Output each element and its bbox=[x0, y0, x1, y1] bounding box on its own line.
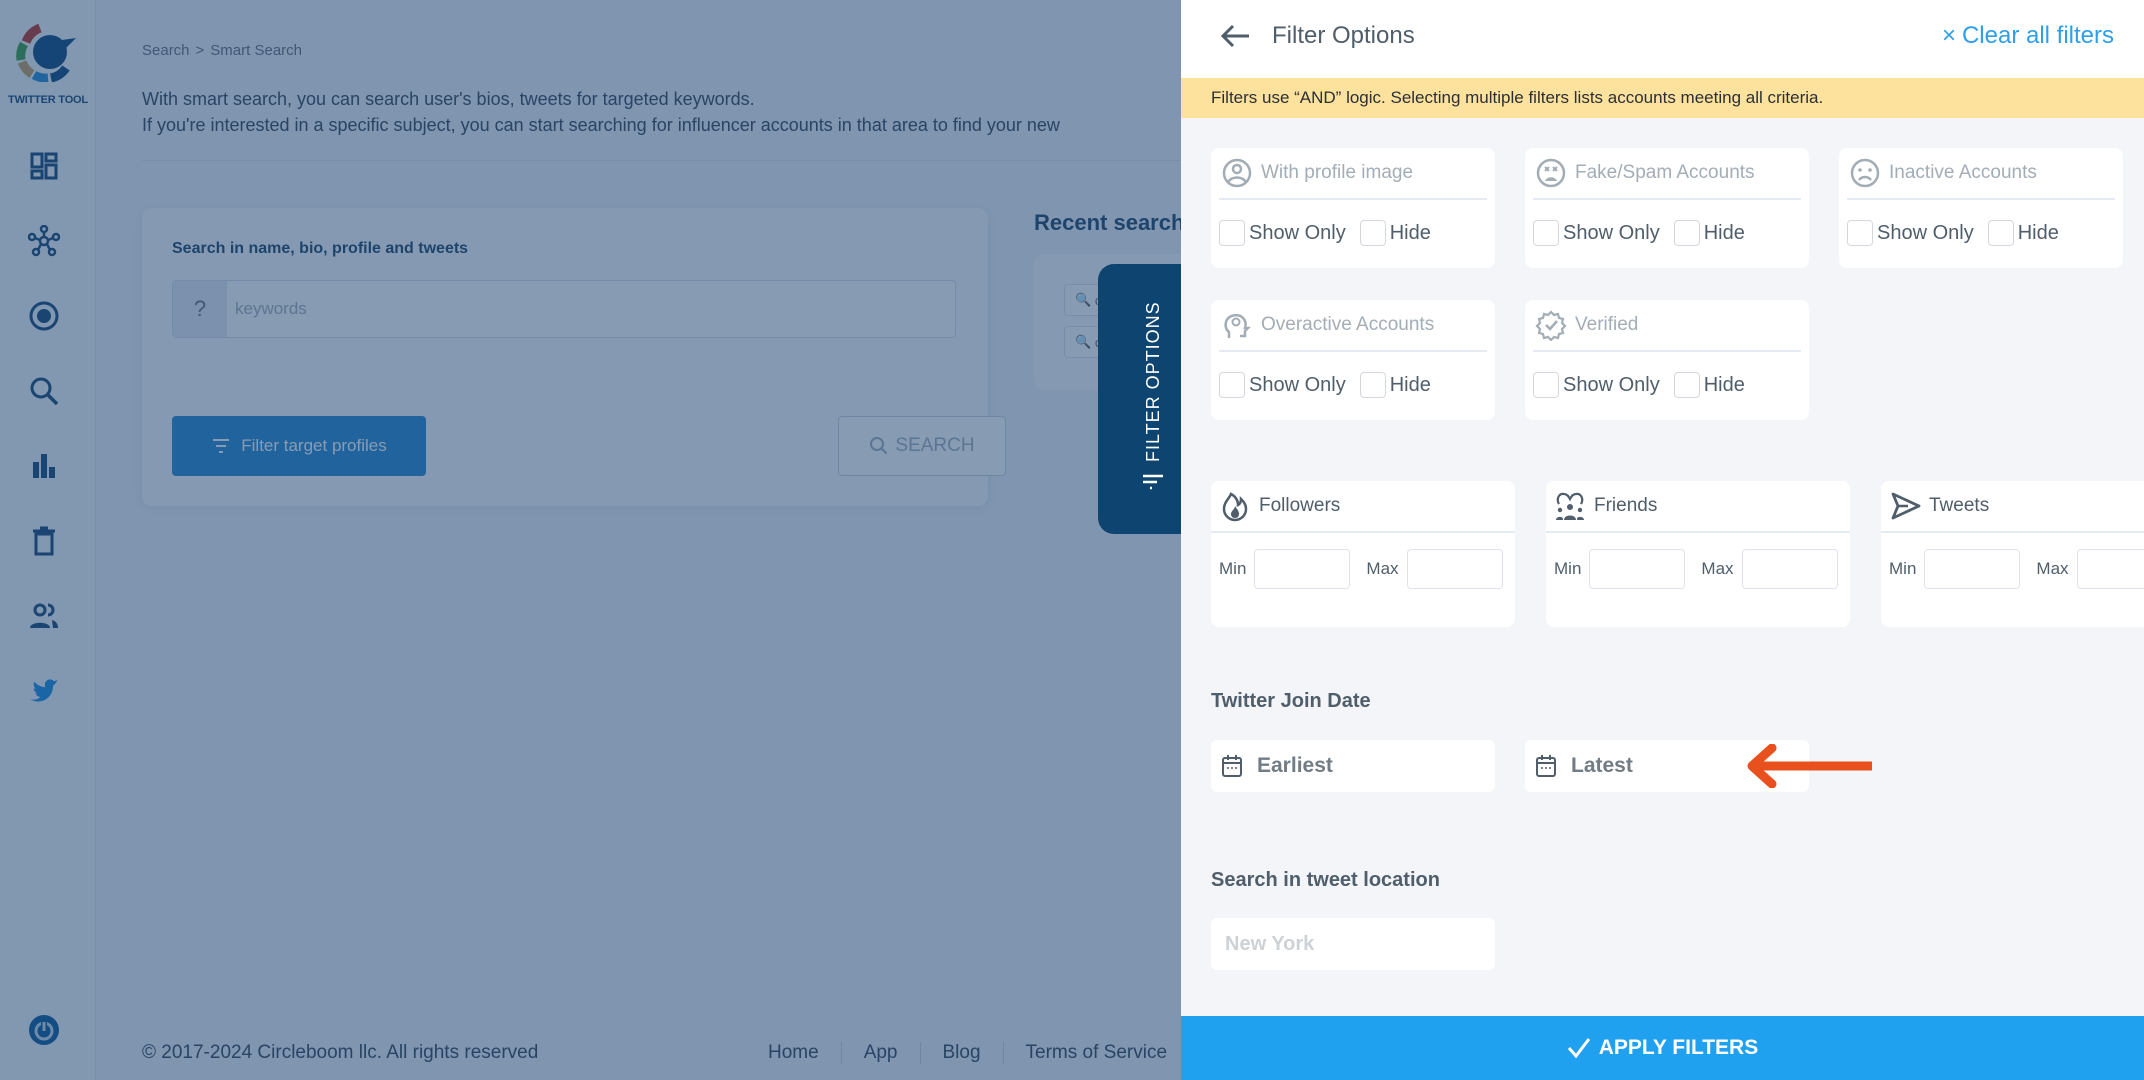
hide-checkbox[interactable]: Hide bbox=[1987, 220, 2059, 246]
show-only-checkbox[interactable]: Show Only bbox=[1533, 220, 1660, 246]
filter-options-panel: Filter Options × Clear all filters Filte… bbox=[1181, 0, 2144, 1080]
filter-card-overactive: Overactive Accounts Show Only Hide bbox=[1211, 300, 1495, 420]
back-arrow-icon[interactable] bbox=[1219, 22, 1251, 50]
earliest-date-label: Earliest bbox=[1257, 754, 1333, 777]
range-label: Friends bbox=[1594, 495, 1658, 516]
show-only-checkbox[interactable]: Show Only bbox=[1219, 220, 1346, 246]
clear-all-filters-link[interactable]: × Clear all filters bbox=[1942, 22, 2114, 50]
min-label: Min bbox=[1219, 559, 1247, 578]
filter-label: Verified bbox=[1575, 314, 1639, 335]
and-logic-notice: Filters use “AND” logic. Selecting multi… bbox=[1181, 78, 2144, 118]
dizzy-face-icon bbox=[1536, 158, 1566, 188]
profile-image-icon bbox=[1222, 158, 1252, 188]
annotation-arrow-icon bbox=[1747, 744, 1872, 788]
max-label: Max bbox=[1366, 559, 1399, 578]
close-icon: × bbox=[1941, 22, 1956, 49]
calendar-icon bbox=[1222, 755, 1242, 777]
hide-checkbox[interactable]: Hide bbox=[1359, 220, 1431, 246]
apply-filters-button[interactable]: APPLY FILTERS bbox=[1181, 1016, 2144, 1080]
hide-checkbox[interactable]: Hide bbox=[1673, 220, 1745, 246]
followers-max-input[interactable] bbox=[1406, 549, 1503, 589]
hide-checkbox[interactable]: Hide bbox=[1673, 372, 1745, 398]
range-card-followers: Followers Min Max bbox=[1211, 481, 1515, 627]
checkmark-icon bbox=[1567, 1038, 1590, 1059]
range-card-tweets: Tweets Min Max bbox=[1881, 481, 2144, 627]
filter-label: Overactive Accounts bbox=[1261, 314, 1435, 335]
max-label: Max bbox=[2036, 559, 2069, 578]
panel-header: Filter Options × Clear all filters bbox=[1181, 0, 2144, 78]
filter-lines-icon bbox=[1143, 474, 1163, 490]
sad-face-icon bbox=[1850, 158, 1880, 188]
filter-card-inactive: Inactive Accounts Show Only Hide bbox=[1839, 148, 2123, 268]
range-label: Followers bbox=[1259, 495, 1341, 516]
filter-card-profile-image: With profile image Show Only Hide bbox=[1211, 148, 1495, 268]
location-title: Search in tweet location bbox=[1211, 869, 1440, 891]
filter-card-fake-spam: Fake/Spam Accounts Show Only Hide bbox=[1525, 148, 1809, 268]
latest-date-label: Latest bbox=[1571, 754, 1633, 777]
tweets-max-input[interactable] bbox=[2076, 549, 2144, 589]
friends-max-input[interactable] bbox=[1741, 549, 1838, 589]
range-label: Tweets bbox=[1929, 495, 1990, 516]
filter-card-verified: Verified Show Only Hide bbox=[1525, 300, 1809, 420]
earliest-date-input[interactable]: Earliest bbox=[1211, 740, 1495, 792]
send-icon bbox=[1891, 492, 1921, 520]
filter-options-tab[interactable]: FILTER OPTIONS bbox=[1098, 264, 1182, 534]
friends-min-input[interactable] bbox=[1589, 549, 1686, 589]
flame-icon bbox=[1222, 492, 1248, 522]
show-only-checkbox[interactable]: Show Only bbox=[1219, 372, 1346, 398]
show-only-checkbox[interactable]: Show Only bbox=[1847, 220, 1974, 246]
location-input[interactable] bbox=[1211, 918, 1495, 970]
range-card-friends: Friends Min Max bbox=[1546, 481, 1850, 627]
show-only-checkbox[interactable]: Show Only bbox=[1533, 372, 1660, 398]
verified-badge-icon bbox=[1535, 310, 1567, 341]
max-label: Max bbox=[1701, 559, 1734, 578]
clear-all-filters-label: Clear all filters bbox=[1961, 22, 2114, 49]
panel-title: Filter Options bbox=[1272, 22, 1415, 49]
followers-min-input[interactable] bbox=[1254, 549, 1351, 589]
join-date-title: Twitter Join Date bbox=[1211, 690, 1371, 712]
min-label: Min bbox=[1889, 559, 1917, 578]
hide-checkbox[interactable]: Hide bbox=[1359, 372, 1431, 398]
filter-label: Fake/Spam Accounts bbox=[1575, 162, 1755, 183]
head-gear-icon bbox=[1224, 313, 1252, 338]
filter-label: With profile image bbox=[1261, 162, 1414, 183]
filter-options-tab-label: FILTER OPTIONS bbox=[1142, 301, 1163, 462]
tweets-min-input[interactable] bbox=[1924, 549, 2021, 589]
filter-label: Inactive Accounts bbox=[1889, 162, 2037, 183]
calendar-icon bbox=[1536, 755, 1556, 777]
min-label: Min bbox=[1554, 559, 1582, 578]
apply-filters-label: APPLY FILTERS bbox=[1598, 1036, 1759, 1059]
friends-group-icon bbox=[1556, 492, 1584, 520]
